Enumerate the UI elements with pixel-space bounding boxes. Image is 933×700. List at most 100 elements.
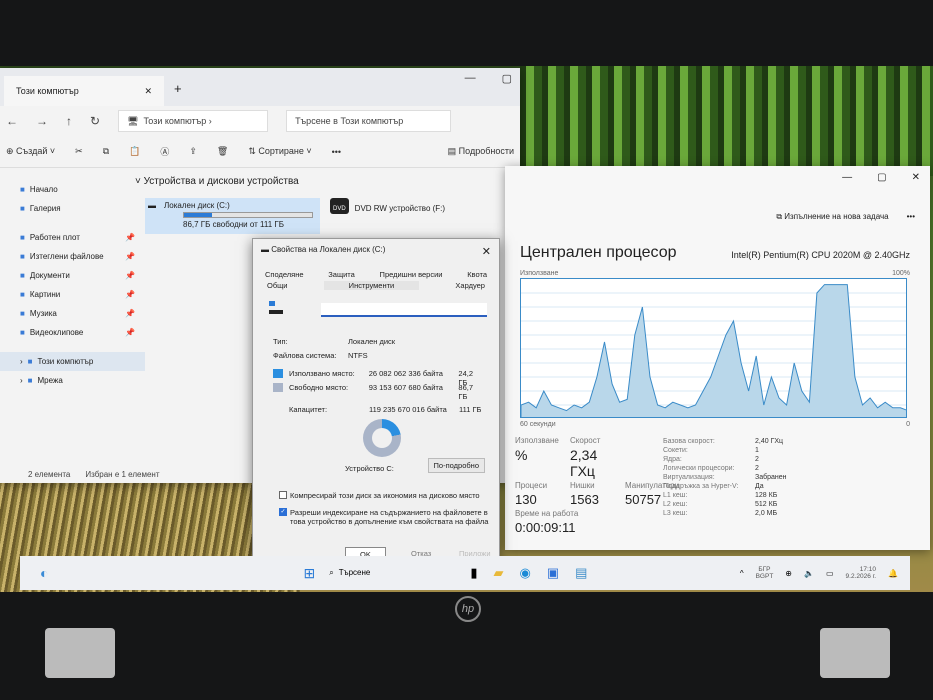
folder-icon: ■ xyxy=(20,252,25,261)
edge-icon[interactable]: ◉ xyxy=(520,565,531,581)
dialog-tab[interactable]: Общи xyxy=(267,281,288,290)
language-indicator[interactable]: БГР BGPT xyxy=(756,566,774,580)
minimize-button[interactable]: — xyxy=(465,72,476,85)
pin-icon[interactable]: 📌 xyxy=(125,233,135,242)
run-new-task-button[interactable]: ⧉ Изпълнение на нова задача xyxy=(776,212,888,222)
pin-icon[interactable]: 📌 xyxy=(125,309,135,318)
up-icon[interactable]: ↑ xyxy=(66,114,72,128)
sidebar-item[interactable]: ■ Документи 📌 xyxy=(0,266,145,285)
dialog-tab[interactable]: Споделяне xyxy=(265,270,304,279)
new-button[interactable]: ⊕ Създай ˅ xyxy=(6,146,55,157)
minimize-button[interactable]: — xyxy=(842,172,852,183)
close-tab-icon[interactable]: ✕ xyxy=(144,86,152,96)
pin-icon[interactable]: 📌 xyxy=(125,290,135,299)
close-button[interactable]: ✕ xyxy=(482,245,491,258)
sidebar-item[interactable]: › ■ Този компютър xyxy=(0,352,145,371)
cpu-specs: Базова скорост: 2,40 ГХц Сокети: 1 Ядра: 2 Лог… xyxy=(663,438,815,517)
sidebar-item[interactable]: ■ Начало xyxy=(0,180,145,199)
task-manager-icon[interactable]: ▤ xyxy=(575,565,587,581)
expand-chevron-icon[interactable]: › xyxy=(20,376,23,385)
lang-primary: БГР xyxy=(758,566,771,573)
details-button[interactable]: ▤ Подробности xyxy=(448,146,514,157)
show-hidden-icons[interactable]: ^ xyxy=(740,569,744,578)
dialog-tab[interactable]: Хардуер xyxy=(455,281,485,290)
pin-icon[interactable]: 📌 xyxy=(125,271,135,280)
sidebar-item[interactable]: ■ Картини 📌 xyxy=(0,285,145,304)
sidebar-item-label: Документи xyxy=(29,271,70,280)
sort-button[interactable]: ⇅ Сортиране ˅ xyxy=(248,146,311,157)
drive-dvd[interactable]: DVD DVD RW устройство (F:) xyxy=(330,198,445,214)
more-button[interactable]: ••• xyxy=(332,147,341,157)
pin-icon[interactable]: 📌 xyxy=(125,328,135,337)
forward-icon[interactable]: → xyxy=(36,114,48,128)
expand-chevron-icon[interactable]: › xyxy=(20,357,23,366)
new-tab-button[interactable]: + xyxy=(164,81,192,106)
sort-label: Сортиране xyxy=(258,146,304,156)
graph-label: Използване xyxy=(520,270,559,277)
dialog-tab[interactable]: Предишни версии xyxy=(380,270,443,279)
file-explorer-icon[interactable]: ▰ xyxy=(494,565,504,581)
start-button[interactable]: ⊞ xyxy=(303,565,315,582)
index-checkbox[interactable]: ✓ Разреши индексиране на съдържанието на … xyxy=(279,508,489,526)
cut-icon[interactable]: ✂ xyxy=(75,146,83,157)
network-icon[interactable]: ⊕ xyxy=(785,569,792,578)
delete-icon[interactable]: 🗑 xyxy=(217,146,228,157)
widgets-icon[interactable]: ◐ xyxy=(40,565,48,581)
checkbox-unchecked[interactable] xyxy=(279,491,287,499)
dialog-tab[interactable]: Инструменти xyxy=(323,281,420,290)
lang-secondary: BGPT xyxy=(755,573,774,580)
more-options-button[interactable]: ••• xyxy=(907,212,915,222)
sidebar-item[interactable]: ■ Галерия xyxy=(0,199,145,218)
sidebar-item[interactable]: ■ Изтеглени файлове 📌 xyxy=(0,247,145,266)
cpu-usage-area xyxy=(521,284,906,417)
volume-icon[interactable]: 🔈 xyxy=(804,569,814,578)
copy-icon[interactable]: ⧉ xyxy=(103,146,109,157)
graph-time: 60 секунди xyxy=(520,421,556,428)
maximize-button[interactable]: ▢ xyxy=(502,72,512,85)
free-label: Свободно място: xyxy=(288,383,349,392)
section-header[interactable]: ˅ Устройства и дискови устройства xyxy=(135,176,299,187)
spec-value: 1 xyxy=(755,447,759,454)
pin-icon[interactable]: 📌 xyxy=(125,252,135,261)
checkmark-icon[interactable]: ✓ xyxy=(279,508,287,516)
new-label: Създай xyxy=(16,146,48,156)
sidebar-item[interactable]: ■ Видеоклипове 📌 xyxy=(0,323,145,342)
drive-label-input[interactable] xyxy=(321,303,487,317)
sidebar-item[interactable]: ■ Музика 📌 xyxy=(0,304,145,323)
dialog-tab[interactable]: Защита xyxy=(328,270,355,279)
share-icon[interactable]: ⇪ xyxy=(189,146,197,157)
search-icon: ⌕ xyxy=(329,568,334,577)
folder-icon: ■ xyxy=(20,271,25,280)
tab-this-pc[interactable]: Този компютър ✕ xyxy=(4,76,164,106)
sidebar-item-label: Музика xyxy=(29,309,57,318)
task-view-icon[interactable]: ▮ xyxy=(470,565,477,581)
disk-cleanup-details-button[interactable]: По-подробно xyxy=(427,458,485,473)
search-input[interactable]: Търсене в Този компютър xyxy=(286,110,452,132)
taskbar-search[interactable]: ⌕ Търсене xyxy=(329,568,370,578)
battery-icon[interactable]: ▭ xyxy=(826,569,834,578)
address-bar[interactable]: 🖥 Този компютър › xyxy=(118,110,269,132)
maximize-button[interactable]: ▢ xyxy=(877,172,886,183)
uptime-value: 0:00:09:11 xyxy=(515,520,576,535)
sidebar-item[interactable]: › ■ Мрежа xyxy=(0,371,145,390)
rename-icon[interactable]: Ⓐ xyxy=(160,145,169,158)
cpu-name: Intel(R) Pentium(R) CPU 2020M @ 2.40GHz xyxy=(731,250,910,260)
speed-label: Скорост xyxy=(570,436,601,445)
drive-c[interactable]: ▬ Локален диск (C:) 86,7 ГБ свободни от 1… xyxy=(145,198,320,234)
store-icon[interactable]: ▣ xyxy=(547,565,559,581)
compress-checkbox[interactable]: Компресирай този диск за икономия на дис… xyxy=(279,491,480,500)
type-value: Локален диск xyxy=(348,337,396,346)
back-icon[interactable]: ← xyxy=(6,114,18,128)
sidebar-item[interactable]: ■ Работен плот 📌 xyxy=(0,228,145,247)
close-button[interactable]: ✕ xyxy=(912,172,920,183)
fs-label: Файлова система: xyxy=(273,351,337,360)
disk-properties-dialog: ▬ Свойства на Локален диск (C:) ✕ Споделя… xyxy=(252,238,500,570)
item-count: 2 елемента xyxy=(28,470,71,479)
paste-icon[interactable]: 📋 xyxy=(129,146,140,157)
taskbar: ◐ ⊞ ⌕ Търсене ▮ ▰ ◉ ▣ ▤ ^ БГР BGPT ⊕ 🔈 ▭ 17:10 9.… xyxy=(20,556,910,590)
clock[interactable]: 17:10 9.2.2026 г. xyxy=(846,566,877,580)
spec-value: 2 xyxy=(755,465,759,472)
refresh-icon[interactable]: ↻ xyxy=(90,114,100,128)
dialog-tab[interactable]: Квота xyxy=(467,270,487,279)
notifications-icon[interactable]: 🔔 xyxy=(888,569,898,578)
